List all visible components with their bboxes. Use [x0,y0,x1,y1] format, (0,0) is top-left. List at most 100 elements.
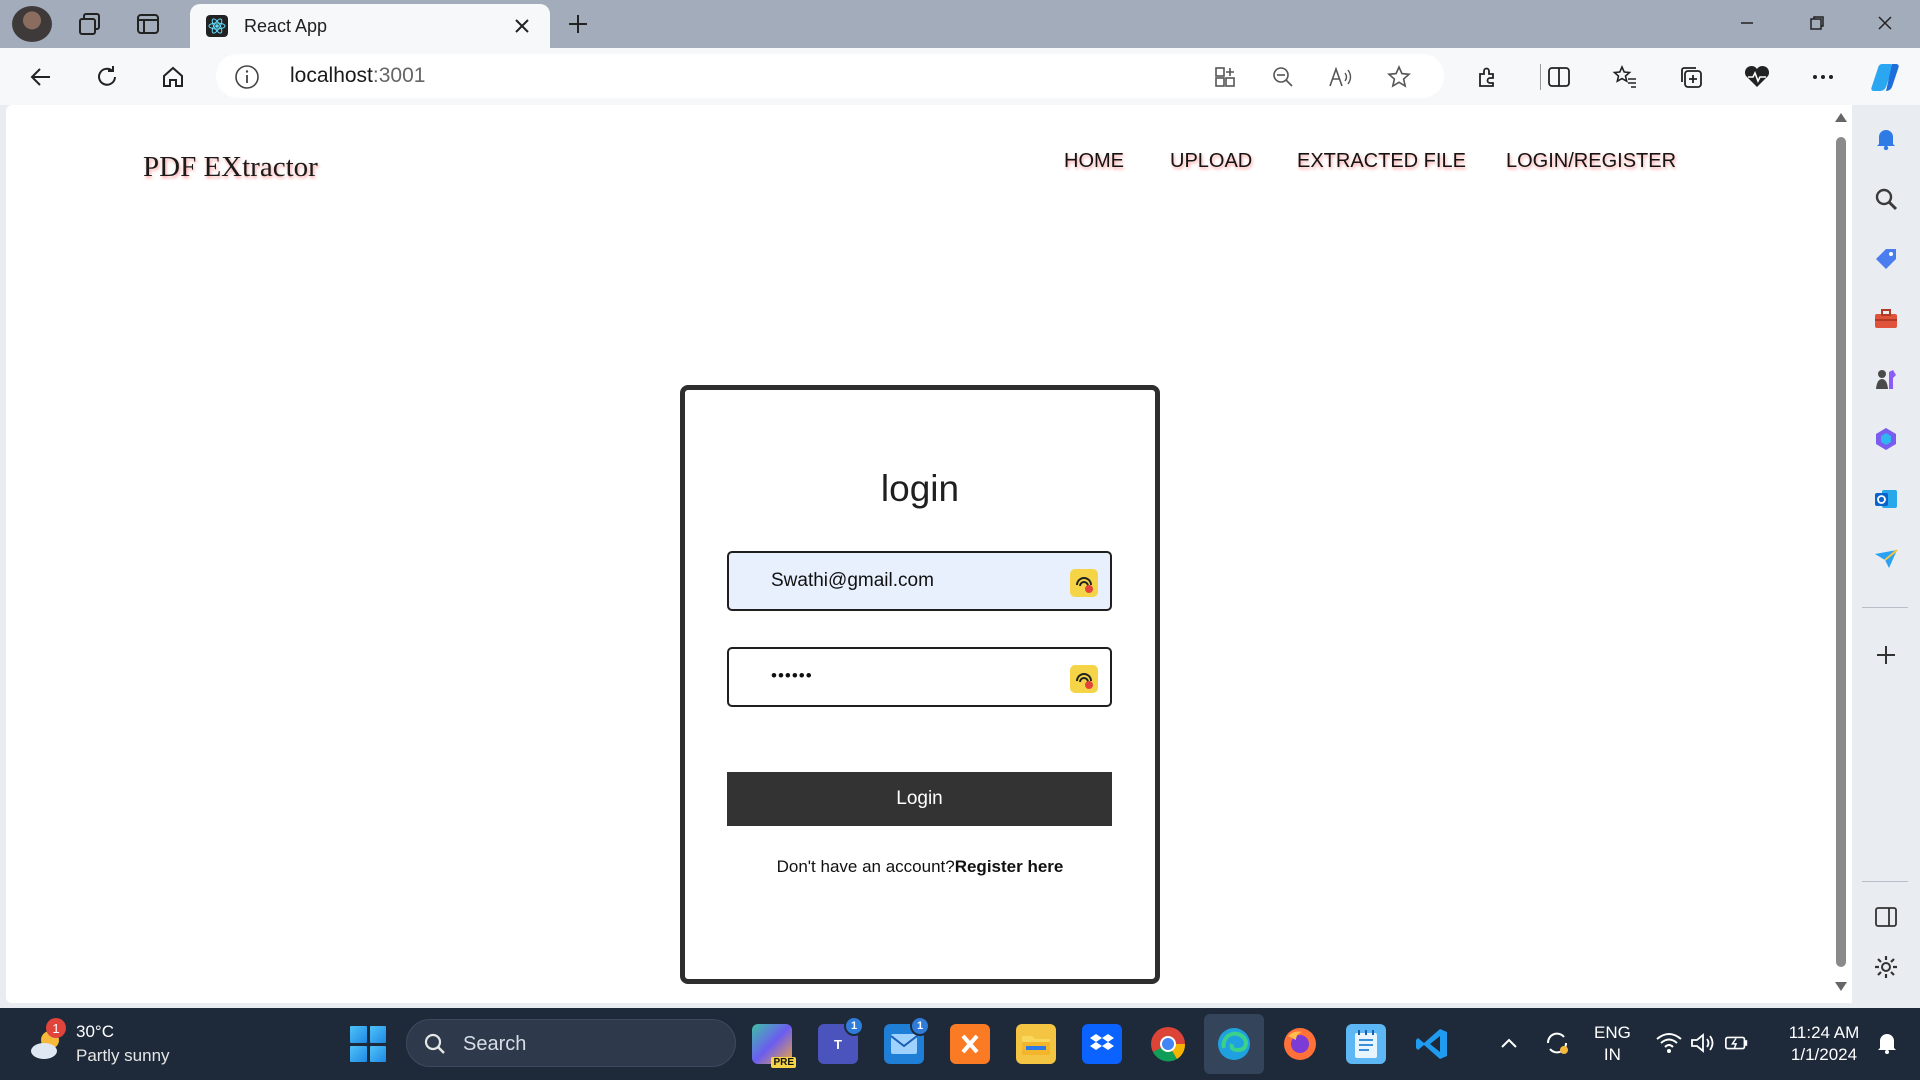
copilot-icon[interactable] [1864,56,1906,98]
vscode-icon[interactable] [1412,1024,1452,1064]
clock[interactable]: 11:24 AM 1/1/2024 [1772,1022,1876,1066]
mail-badge: 1 [910,1016,930,1036]
read-aloud-icon[interactable] [1324,60,1358,94]
mail-icon[interactable]: 1 [884,1016,930,1064]
taskbar-search[interactable]: Search [406,1019,736,1067]
address-bar[interactable]: localhost:3001 [216,54,1444,98]
clock-date: 1/1/2024 [1790,1045,1858,1064]
edge-sidebar [1852,105,1920,1003]
copilot-pre-icon[interactable]: PRE [752,1024,796,1068]
register-prompt-line: Don't have an account?Register here [685,857,1155,877]
scroll-thumb[interactable] [1836,137,1846,967]
login-title: login [880,468,960,509]
vertical-tabs-icon[interactable] [128,6,168,42]
more-menu-icon[interactable] [1802,56,1844,98]
tools-briefcase-icon[interactable] [1870,303,1902,335]
dropbox-icon[interactable] [1082,1024,1122,1064]
zoom-out-icon[interactable] [1266,60,1300,94]
extensions-icon[interactable] [1466,56,1508,98]
clock-time: 11:24 AM [1788,1023,1860,1042]
search-icon [423,1032,447,1056]
scroll-down-arrow-icon[interactable] [1835,982,1847,991]
favorite-star-icon[interactable] [1382,60,1416,94]
wifi-icon[interactable] [1656,1030,1682,1056]
tab-title: React App [244,15,328,36]
windows-start-button[interactable] [350,1026,386,1062]
shopping-tag-icon[interactable] [1870,243,1902,275]
browser-essentials-icon[interactable] [1736,56,1778,98]
minimize-button[interactable] [1712,0,1782,46]
password-manager-icon[interactable] [1070,665,1098,693]
firefox-icon[interactable] [1280,1024,1320,1064]
battery-charging-icon[interactable] [1724,1030,1750,1056]
sync-icon[interactable] [1544,1030,1570,1056]
password-manager-icon[interactable] [1070,569,1098,597]
url-text[interactable]: localhost:3001 [290,64,425,88]
edge-icon[interactable] [1214,1024,1254,1064]
restore-button[interactable] [1782,0,1852,46]
teams-badge: 1 [844,1016,864,1036]
add-sidebar-app-icon[interactable] [1870,639,1902,671]
weather-badge: 1 [46,1018,66,1038]
notification-bell-icon[interactable] [1870,123,1902,155]
register-link[interactable]: Register here [955,857,1064,876]
page-viewport: PDF EXtractor HOME UPLOAD EXTRACTED FILE… [6,105,1852,1003]
new-tab-button[interactable] [562,8,594,40]
weather-desc[interactable]: Partly sunny [76,1046,170,1066]
brand-logo[interactable]: PDF EXtractor [143,151,318,184]
register-prompt: Don't have an account? [776,857,955,876]
close-tab-icon[interactable] [510,14,534,38]
language-code: ENG [1594,1023,1631,1042]
email-field[interactable]: Swathi@gmail.com [727,551,1112,611]
scroll-up-arrow-icon[interactable] [1835,113,1847,122]
search-placeholder: Search [463,1033,527,1055]
xampp-icon[interactable] [950,1024,990,1064]
games-chess-icon[interactable] [1870,363,1902,395]
back-button[interactable] [20,56,62,98]
chrome-icon[interactable] [1148,1024,1188,1064]
url-port: :3001 [372,64,426,87]
nav-upload[interactable]: UPLOAD [1170,150,1252,173]
profile-avatar[interactable] [12,6,52,42]
sidebar-divider [1862,607,1908,608]
password-field[interactable]: •••••• [727,647,1112,707]
close-window-button[interactable] [1850,0,1920,46]
language-indicator[interactable]: ENG IN [1594,1022,1631,1066]
sidebar-divider [1862,881,1908,882]
email-value: Swathi@gmail.com [771,570,934,591]
password-value: •••••• [771,666,813,685]
tab-react-app[interactable]: React App [190,4,550,48]
workspaces-icon[interactable] [70,6,110,42]
favorites-icon[interactable] [1604,56,1646,98]
weather-temp[interactable]: 30°C [76,1022,114,1042]
page-scrollbar[interactable] [1830,105,1852,1003]
browser-toolbar: localhost:3001 [0,48,1920,105]
show-hidden-icons-chevron-icon[interactable] [1496,1030,1522,1056]
microsoft-365-icon[interactable] [1870,423,1902,455]
title-bar: React App [0,0,1920,48]
login-card: login Swathi@gmail.com •••••• Login Don'… [680,385,1160,984]
url-host: localhost [290,64,373,87]
nav-login-register[interactable]: LOGIN/REGISTER [1506,150,1676,173]
refresh-button[interactable] [86,56,128,98]
react-icon [206,15,228,37]
search-icon[interactable] [1870,183,1902,215]
send-telegram-icon[interactable] [1870,543,1902,575]
settings-gear-icon[interactable] [1870,951,1902,983]
collections-icon[interactable] [1670,56,1712,98]
site-info-icon[interactable] [234,64,260,90]
nav-extracted-file[interactable]: EXTRACTED FILE [1297,150,1466,173]
hide-sidebar-icon[interactable] [1870,901,1902,933]
home-button[interactable] [152,56,194,98]
notifications-bell-icon[interactable] [1874,1030,1900,1056]
file-explorer-icon[interactable] [1016,1024,1056,1064]
login-button[interactable]: Login [727,772,1112,826]
app-available-icon[interactable] [1208,60,1242,94]
windows-taskbar: 1 30°C Partly sunny Search PRE T1 1 ENG … [0,1008,1920,1080]
volume-icon[interactable] [1690,1030,1716,1056]
nav-home[interactable]: HOME [1064,150,1124,173]
split-screen-icon[interactable] [1538,56,1580,98]
outlook-icon[interactable] [1870,483,1902,515]
teams-icon[interactable]: T1 [818,1016,864,1064]
notepad-icon[interactable] [1346,1024,1386,1064]
